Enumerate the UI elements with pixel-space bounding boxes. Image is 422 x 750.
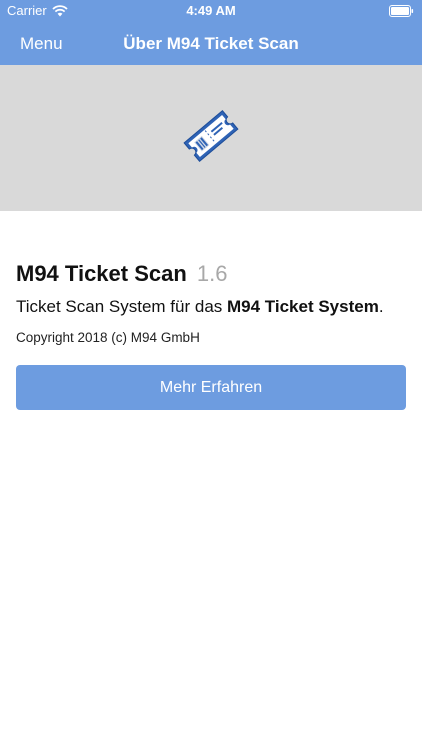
status-bar: Carrier 4:49 AM bbox=[0, 0, 422, 22]
description-end: . bbox=[378, 297, 384, 316]
page-title: Über M94 Ticket Scan bbox=[123, 34, 299, 53]
hero-banner bbox=[0, 65, 422, 211]
description-highlight: M94 Ticket System bbox=[227, 297, 379, 316]
battery-icon bbox=[389, 5, 414, 17]
app-version: 1.6 bbox=[196, 261, 228, 286]
description-text: Ticket Scan System für das bbox=[16, 297, 227, 316]
top-bar: Carrier 4:49 AM Menu Über M94 Ticket Sca… bbox=[0, 0, 422, 65]
navigation-bar: Menu Über M94 Ticket Scan bbox=[0, 22, 422, 65]
about-content: M94 Ticket Scan 1.6 Ticket Scan System f… bbox=[0, 211, 422, 410]
ticket-icon bbox=[183, 110, 239, 162]
app-name: M94 Ticket Scan bbox=[16, 261, 187, 286]
status-time: 4:49 AM bbox=[186, 3, 236, 18]
app-name-row: M94 Ticket Scan 1.6 bbox=[16, 261, 406, 287]
copyright-text: Copyright 2018 (c) M94 GmbH bbox=[16, 330, 200, 345]
about-screen: Carrier 4:49 AM Menu Über M94 Ticket Sca… bbox=[0, 0, 422, 750]
learn-more-button[interactable]: Mehr Erfahren bbox=[16, 365, 406, 410]
app-description: Ticket Scan System für das M94 Ticket Sy… bbox=[16, 296, 406, 318]
